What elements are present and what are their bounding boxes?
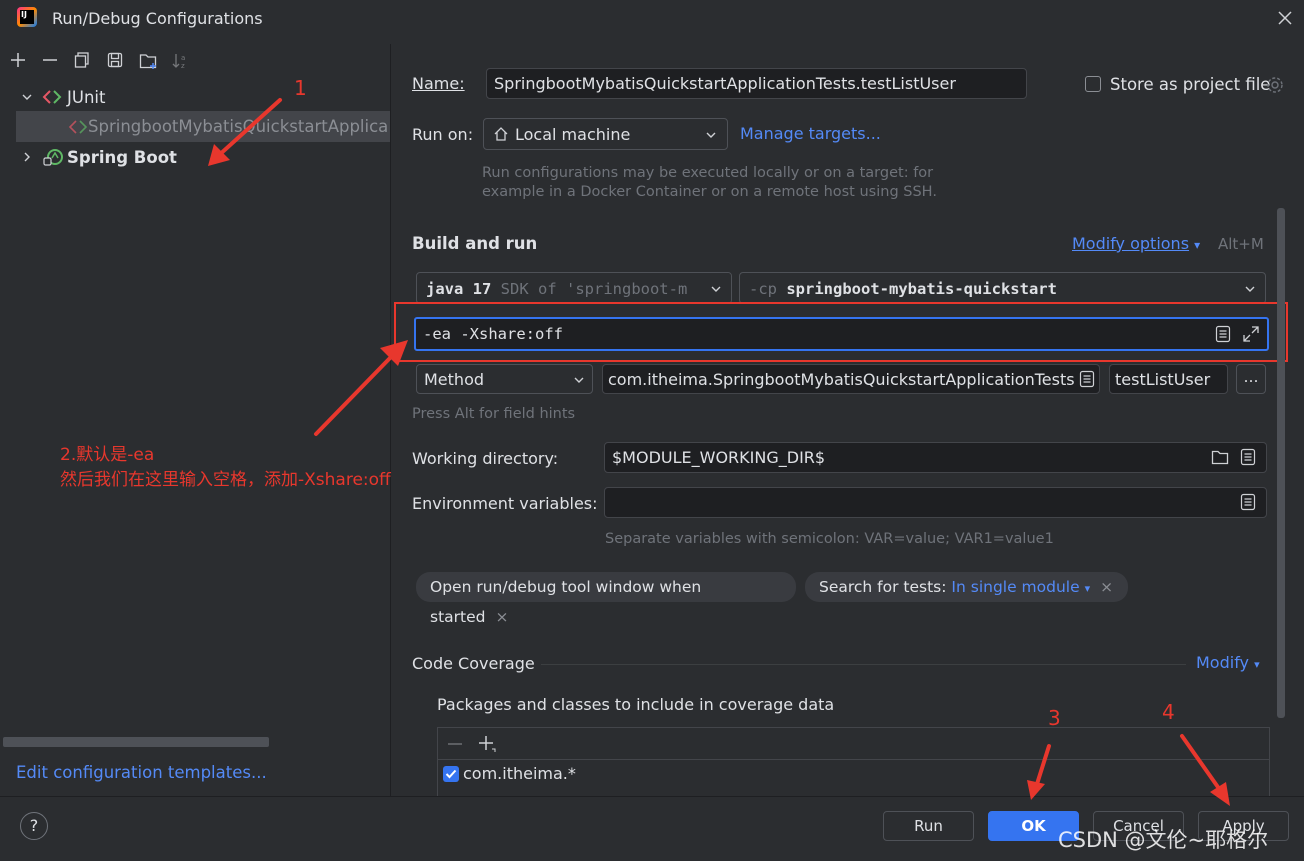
sdk-select[interactable]: java 17 SDK of 'springboot-m — [416, 272, 732, 304]
sdk-value: java 17 SDK of 'springboot-m — [426, 280, 688, 298]
annotation-note-2-line-1: 2.默认是-ea — [60, 445, 155, 465]
annotation-number-1: 1 — [294, 76, 307, 100]
annotation-arrow-4 — [1180, 734, 1230, 806]
coverage-item-label: com.itheima.* — [463, 764, 576, 783]
name-label: Name: — [412, 74, 465, 93]
build-run-heading: Build and run — [412, 234, 538, 253]
junit-test-icon — [68, 119, 88, 135]
workdir-field[interactable]: $MODULE_WORKING_DIR$ — [604, 442, 1267, 473]
add-icon[interactable] — [478, 735, 496, 753]
modify-shortcut: Alt+M — [1218, 235, 1264, 253]
tree-item-junit[interactable]: JUnit — [67, 88, 105, 107]
help-button[interactable]: ? — [20, 812, 48, 840]
runon-hint-line-1: Run configurations may be executed local… — [482, 165, 934, 181]
expand-text-icon[interactable] — [1240, 493, 1256, 511]
close-chip-icon[interactable]: × — [1100, 578, 1113, 596]
new-folder-icon[interactable] — [139, 52, 159, 70]
classpath-value: -cp springboot-mybatis-quickstart — [749, 280, 1057, 298]
junit-icon — [42, 89, 62, 105]
remove-icon[interactable] — [42, 52, 58, 68]
coverage-heading: Code Coverage — [412, 654, 535, 673]
springboot-chevron-icon[interactable] — [21, 151, 33, 163]
chevron-down-icon — [705, 129, 717, 141]
copy-icon[interactable] — [74, 52, 90, 68]
vm-options-field[interactable]: -ea -Xshare:off — [414, 317, 1269, 351]
test-kind-value: Method — [424, 370, 485, 389]
manage-targets-link[interactable]: Manage targets... — [740, 124, 881, 143]
app-logo-icon: IJ — [17, 7, 37, 27]
test-kind-select[interactable]: Method — [416, 364, 593, 394]
modify-options-link[interactable]: Modify options ▾ — [1072, 234, 1200, 253]
runon-value: Local machine — [515, 125, 631, 144]
runon-label: Run on: — [412, 125, 474, 144]
env-hint: Separate variables with semicolon: VAR=v… — [605, 531, 1054, 547]
classpath-select[interactable]: -cp springboot-mybatis-quickstart — [739, 272, 1266, 304]
close-icon[interactable] — [1277, 10, 1293, 26]
coverage-packages-label: Packages and classes to include in cover… — [437, 695, 835, 714]
title-bar: IJ Run/Debug Configurations — [0, 0, 1304, 38]
svg-text:a: a — [181, 54, 185, 62]
junit-chevron-icon[interactable] — [21, 91, 33, 103]
folder-icon[interactable] — [1211, 449, 1229, 465]
expand-text-icon[interactable] — [1215, 325, 1231, 343]
runon-select[interactable]: Local machine — [483, 118, 728, 150]
annotation-note-2-line-2: 然后我们在这里输入空格，添加-Xshare:off — [60, 470, 391, 490]
watermark: CSDN @文伦~耶格尔 — [1058, 828, 1269, 852]
maximize-icon[interactable] — [1242, 325, 1260, 343]
home-icon — [493, 126, 509, 142]
edit-templates-link[interactable]: Edit configuration templates... — [16, 763, 267, 782]
coverage-item-checkbox[interactable] — [443, 766, 459, 782]
annotation-number-4: 4 — [1162, 700, 1175, 724]
store-checkbox[interactable] — [1085, 76, 1101, 92]
annotation-arrow-3 — [1027, 744, 1051, 800]
annotation-arrow-1 — [208, 98, 282, 166]
remove-icon — [447, 736, 463, 752]
name-field[interactable]: SpringbootMybatisQuickstartApplicationTe… — [486, 68, 1027, 99]
chevron-down-icon — [710, 283, 722, 295]
runon-hint-line-2: example in a Docker Container or on a re… — [482, 184, 937, 200]
vertical-scrollbar[interactable] — [1277, 208, 1285, 718]
vm-options-value: -ea -Xshare:off — [423, 325, 563, 343]
test-class-value: com.itheima.SpringbootMybatisQuickstartA… — [608, 370, 1075, 389]
add-icon[interactable] — [10, 52, 26, 68]
annotation-arrow-2 — [314, 340, 408, 436]
horizontal-scrollbar[interactable] — [3, 737, 269, 747]
coverage-divider — [541, 664, 1186, 665]
browse-method-button[interactable]: … — [1236, 364, 1266, 394]
sort-icon: az — [172, 52, 190, 70]
field-hint: Press Alt for field hints — [412, 406, 576, 422]
expand-text-icon[interactable] — [1240, 448, 1256, 466]
run-button[interactable]: Run — [883, 811, 974, 841]
browse-text-icon[interactable] — [1079, 370, 1095, 388]
annotation-number-3: 3 — [1048, 706, 1061, 730]
test-method-value: testListUser — [1115, 370, 1211, 389]
workdir-label: Working directory: — [412, 449, 559, 468]
chevron-down-icon — [573, 374, 585, 386]
save-icon[interactable] — [107, 52, 123, 68]
workdir-value: $MODULE_WORKING_DIR$ — [612, 448, 826, 467]
tree-item-spring-boot[interactable]: Spring Boot — [67, 148, 177, 167]
test-class-field[interactable]: com.itheima.SpringbootMybatisQuickstartA… — [602, 364, 1100, 394]
svg-text:z: z — [181, 62, 185, 70]
chevron-down-icon — [1244, 283, 1256, 295]
env-field[interactable] — [604, 487, 1267, 518]
coverage-modify-link[interactable]: Modify ▾ — [1196, 653, 1260, 672]
coverage-list: com.itheima.* — [437, 727, 1270, 797]
env-label: Environment variables: — [412, 494, 598, 513]
spring-boot-icon — [43, 148, 65, 166]
close-chip-icon[interactable]: × — [495, 608, 508, 626]
chip-open-tool-window[interactable]: Open run/debug tool window when started × — [416, 572, 796, 626]
chip-search-for-tests[interactable]: Search for tests: In single module ▾ × — [805, 572, 1128, 602]
settings-gear-icon[interactable] — [1266, 76, 1284, 94]
store-label[interactable]: Store as project file — [1110, 75, 1270, 94]
window-title: Run/Debug Configurations — [52, 9, 263, 28]
test-method-field[interactable]: testListUser — [1109, 364, 1228, 394]
